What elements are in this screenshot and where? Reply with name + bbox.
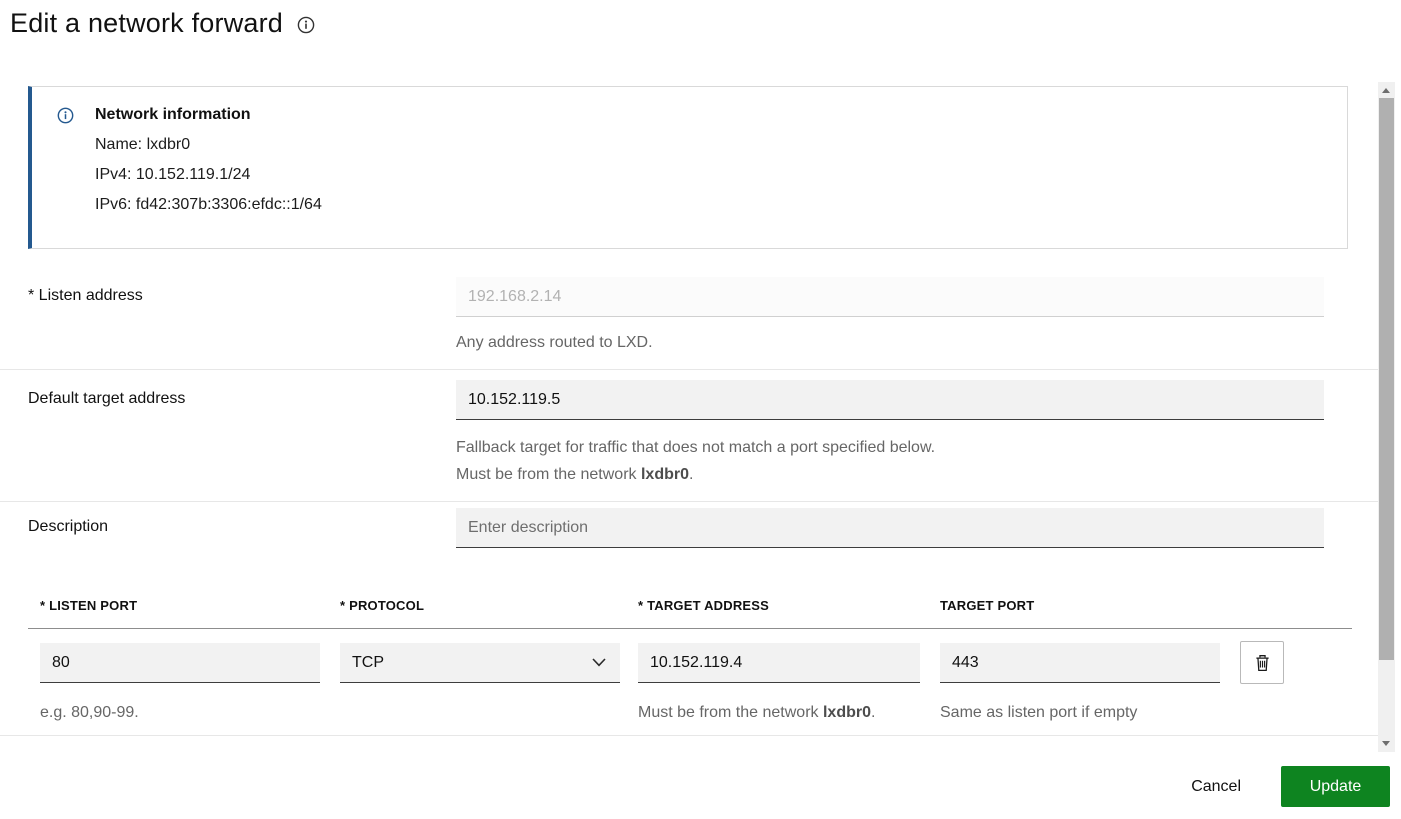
- default-target-address-help: Fallback target for traffic that does no…: [456, 434, 1324, 488]
- description-field: [456, 508, 1324, 548]
- notification-title: Network information: [95, 106, 251, 123]
- protocol-select[interactable]: TCP: [340, 643, 620, 683]
- listen-address-field: Any address routed to LXD.: [456, 277, 1324, 355]
- network-ipv4-line: IPv4: 10.152.119.1/24: [95, 166, 251, 183]
- protocol-header: * PROTOCOL: [340, 598, 425, 613]
- vertical-scrollbar[interactable]: [1378, 82, 1395, 752]
- default-target-address-label: Default target address: [28, 390, 186, 407]
- listen-address-input: [456, 277, 1324, 317]
- target-address-header: * TARGET ADDRESS: [638, 598, 770, 613]
- target-port-input[interactable]: [940, 643, 1220, 683]
- form-actions: Cancel Update: [1191, 766, 1390, 807]
- description-row: Description: [0, 502, 1378, 548]
- update-button[interactable]: Update: [1281, 766, 1390, 807]
- listen-address-label: * Listen address: [28, 287, 143, 304]
- edit-network-forward-page: Edit a network forward Network informati…: [0, 0, 1401, 819]
- chevron-down-icon: [592, 658, 606, 667]
- network-name: lxdbr0: [822, 704, 871, 721]
- description-label: Description: [28, 518, 109, 535]
- ports-table-header-row: * LISTEN PORT * PROTOCOL * TARGET ADDRES…: [28, 598, 1352, 613]
- page-title: Edit a network forward: [10, 8, 284, 38]
- listen-address-row: * Listen address Any address routed to L…: [0, 249, 1378, 370]
- network-information-notification: Network information Name: lxdbr0 IPv4: 1…: [28, 86, 1348, 249]
- network-ipv6-line: IPv6: fd42:307b:3306:efdc::1/64: [95, 196, 322, 213]
- listen-address-help: Any address routed to LXD.: [456, 334, 653, 351]
- scrollbar-up-arrow[interactable]: [1382, 88, 1390, 93]
- target-address-help: Must be from the network lxdbr0.: [638, 704, 876, 721]
- description-input[interactable]: [456, 508, 1324, 548]
- form-scroll-area: Network information Name: lxdbr0 IPv4: 1…: [0, 80, 1378, 736]
- notification-body: Network information Name: lxdbr0 IPv4: 1…: [95, 102, 322, 220]
- delete-port-button[interactable]: [1240, 641, 1284, 684]
- protocol-selected-value: TCP: [352, 653, 384, 671]
- default-target-address-row: Default target address Fallback target f…: [0, 370, 1378, 502]
- ports-table-help-row: e.g. 80,90-99. Must be from the network …: [28, 702, 1352, 724]
- target-port-header: TARGET PORT: [940, 598, 1035, 613]
- listen-port-input[interactable]: [40, 643, 320, 683]
- listen-port-help: e.g. 80,90-99.: [40, 704, 139, 721]
- scrollbar-thumb[interactable]: [1379, 98, 1394, 660]
- default-target-address-input[interactable]: [456, 380, 1324, 420]
- scrollbar-down-arrow[interactable]: [1382, 741, 1390, 746]
- info-icon[interactable]: [297, 16, 315, 34]
- help-line-2: Must be from the network lxdbr0.: [456, 466, 694, 483]
- network-name-line: Name: lxdbr0: [95, 136, 191, 153]
- page-header: Edit a network forward: [10, 8, 315, 39]
- ports-table: * LISTEN PORT * PROTOCOL * TARGET ADDRES…: [28, 598, 1352, 724]
- target-address-input[interactable]: [638, 643, 920, 683]
- listen-port-header: * LISTEN PORT: [40, 598, 138, 613]
- info-icon: [57, 107, 74, 124]
- trash-icon: [1255, 654, 1269, 671]
- network-name: lxdbr0: [640, 466, 689, 483]
- target-port-help: Same as listen port if empty: [940, 704, 1138, 721]
- content-bottom-divider: [0, 735, 1378, 736]
- default-target-address-field: Fallback target for traffic that does no…: [456, 380, 1324, 488]
- help-line-1: Fallback target for traffic that does no…: [456, 439, 936, 456]
- cancel-button[interactable]: Cancel: [1191, 767, 1241, 807]
- port-forward-row: TCP: [28, 629, 1352, 684]
